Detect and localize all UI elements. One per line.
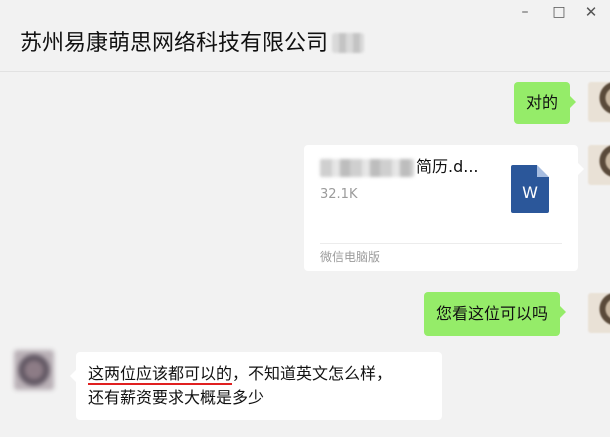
own-avatar[interactable] [588,145,610,185]
chat-title-text: 苏州易康萌思网络科技有限公司 [20,31,329,56]
blurred-file-name [320,159,414,177]
file-card-divider [320,243,562,244]
chat-title: 苏州易康萌思网络科技有限公司 [20,26,365,62]
file-name: 简历.d... [416,157,479,176]
file-message-card[interactable]: 简历.d... 32.1K W 微信电脑版 [304,145,584,271]
word-document-icon: W [511,165,549,213]
title-bar: – □ ✕ 苏州易康萌思网络科技有限公司 [0,0,610,72]
message-text: 您看这位可以吗 [436,304,549,323]
word-icon-letter: W [522,183,538,202]
message-text: 对的 [526,93,559,112]
maximize-button[interactable]: □ [544,2,574,22]
underlined-text: 这两位应该都可以的 [88,364,233,383]
contact-avatar[interactable] [14,350,54,390]
file-source-label: 微信电脑版 [320,250,381,264]
contact-message-bubble[interactable]: 这两位应该都可以的，不知道英文怎么样， 还有薪资要求大概是多少 [70,352,442,420]
message-line-1: 这两位应该都可以的，不知道英文怎么样， [88,362,430,386]
message-line-2: 还有薪资要求大概是多少 [88,388,265,407]
own-message-bubble[interactable]: 您看这位可以吗 [424,292,567,336]
file-size: 32.1K [320,187,358,202]
close-button[interactable]: ✕ [576,2,606,22]
blurred-name-suffix [332,33,365,53]
own-avatar[interactable] [588,293,610,333]
minimize-button[interactable]: – [510,2,540,22]
message-text: ，不知道英文怎么样， [232,364,393,383]
own-avatar[interactable] [588,82,610,122]
own-message-bubble[interactable]: 对的 [514,82,577,124]
